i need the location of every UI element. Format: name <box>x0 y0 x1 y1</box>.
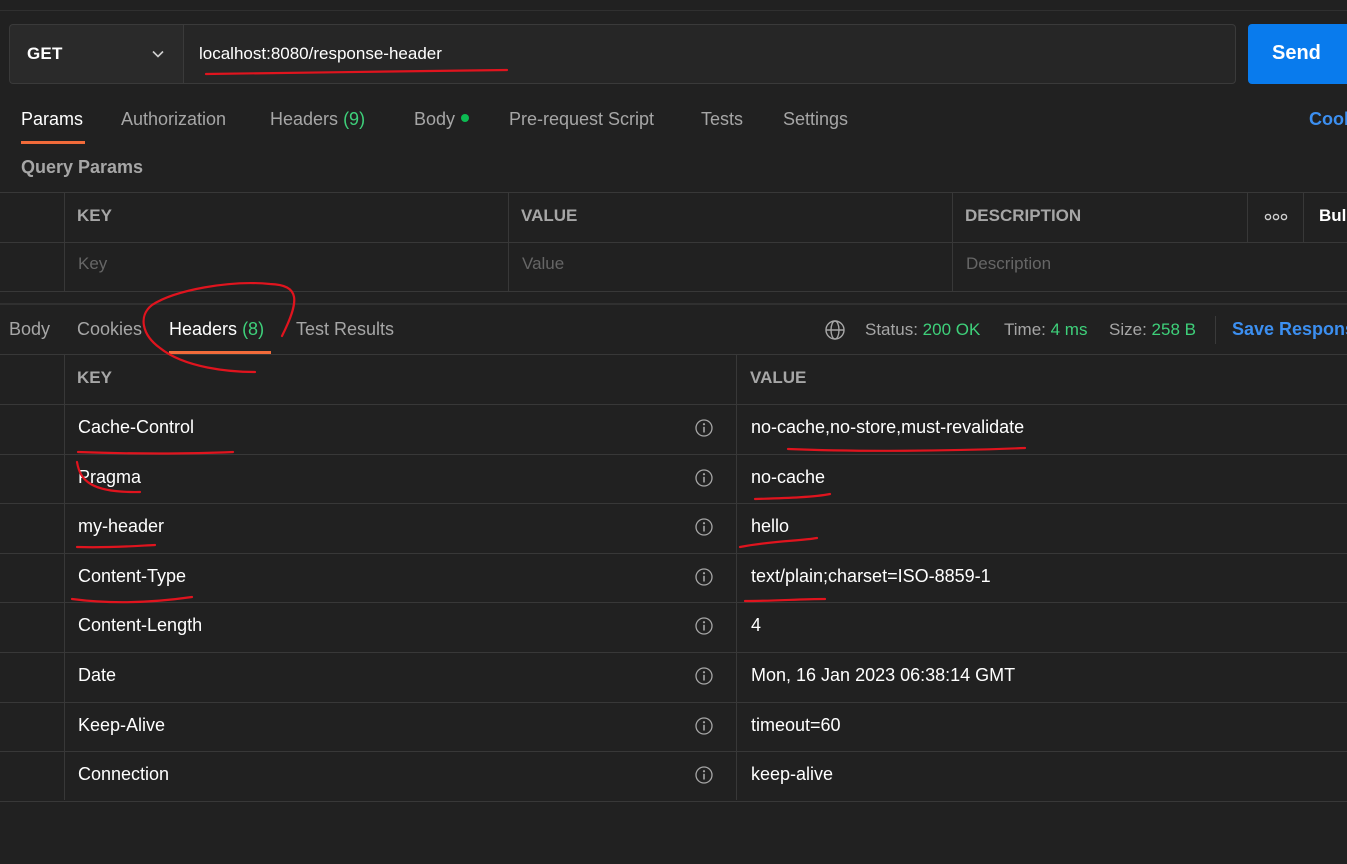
headers-table-top-border <box>0 354 1347 355</box>
header-value: Mon, 16 Jan 2023 06:38:14 GMT <box>751 665 1016 685</box>
tab-headers-count: (9) <box>343 109 366 129</box>
params-col-divider <box>1303 192 1304 242</box>
params-col-divider <box>1247 192 1248 242</box>
response-tab-headers-label: Headers <box>169 319 238 339</box>
tab-headers[interactable]: Headers (9) <box>270 109 365 130</box>
info-icon[interactable] <box>694 468 714 488</box>
row-divider <box>0 552 1347 554</box>
tab-tests[interactable]: Tests <box>701 109 743 130</box>
param-value-input[interactable]: Value <box>522 254 564 274</box>
pane-divider <box>0 303 1347 305</box>
size-value: 258 B <box>1151 320 1196 339</box>
tab-params-underline <box>21 141 85 144</box>
row-divider <box>0 602 1347 604</box>
header-value: keep-alive <box>751 764 834 785</box>
tab-prerequest-script[interactable]: Pre-request Script <box>509 109 654 130</box>
params-table-bottom-border <box>0 291 1347 292</box>
header-value: timeout=60 <box>751 714 841 735</box>
param-description-input[interactable]: Description <box>966 254 1051 274</box>
params-col-key: KEY <box>77 206 112 225</box>
header-key: Date <box>78 665 117 685</box>
response-tab-cookies[interactable]: Cookies <box>77 319 142 340</box>
header-value: no-cache <box>751 466 826 487</box>
row-divider <box>0 453 1347 455</box>
header-key: Content-Length <box>78 615 203 636</box>
method-select[interactable]: GET <box>9 24 183 84</box>
params-col-divider <box>508 192 509 292</box>
header-key: Keep-Alive <box>78 714 166 735</box>
header-value: text/plain;charset=ISO-8859-1 <box>751 565 991 586</box>
chevron-down-icon <box>152 50 164 58</box>
time-value: 4 ms <box>1050 320 1088 339</box>
headers-col-divider <box>64 354 65 800</box>
header-key: Content-Type <box>78 565 187 586</box>
size-label: Size: <box>1109 320 1147 339</box>
bulk-edit-button[interactable]: Bulk Edit <box>1319 206 1347 226</box>
status-label: Status: <box>865 320 918 339</box>
info-icon[interactable] <box>694 517 714 537</box>
params-table-top-border <box>0 192 1347 193</box>
save-response-button[interactable]: Save Response <box>1232 319 1347 340</box>
response-tab-body[interactable]: Body <box>9 319 50 340</box>
params-col-divider <box>64 192 65 292</box>
headers-col-value: VALUE <box>750 368 807 387</box>
headers-col-divider <box>736 354 737 800</box>
response-time: Time: 4 ms <box>1004 320 1087 340</box>
time-label: Time: <box>1004 320 1046 339</box>
top-divider <box>0 10 1347 11</box>
send-label: Send <box>1272 42 1321 64</box>
query-params-title: Query Params <box>21 157 144 177</box>
row-divider <box>0 701 1347 703</box>
tab-body-label: Body <box>414 109 456 129</box>
info-icon[interactable] <box>694 666 714 686</box>
header-key: Connection <box>78 764 170 785</box>
header-value: 4 <box>751 615 762 636</box>
info-icon[interactable] <box>694 765 714 785</box>
url-text: localhost:8080/response-header <box>199 44 442 63</box>
meta-separator <box>1215 316 1216 344</box>
info-icon[interactable] <box>694 418 714 438</box>
tab-body[interactable]: Body <box>414 109 470 130</box>
row-divider <box>0 652 1347 653</box>
response-tab-test-results[interactable]: Test Results <box>296 319 394 340</box>
tab-authorization[interactable]: Authorization <box>121 109 226 130</box>
send-button[interactable]: Send <box>1248 24 1347 84</box>
tab-settings[interactable]: Settings <box>783 109 848 130</box>
body-indicator-dot <box>461 114 470 123</box>
row-divider <box>0 800 1347 802</box>
url-input[interactable]: localhost:8080/response-header <box>183 24 1236 84</box>
params-col-description: DESCRIPTION <box>965 206 1082 225</box>
header-key: my-header <box>78 516 165 537</box>
info-icon[interactable] <box>694 567 714 587</box>
method-label: GET <box>27 44 63 63</box>
globe-icon[interactable] <box>824 319 846 341</box>
cookies-link[interactable]: Cookies <box>1309 109 1347 130</box>
header-key: Pragma <box>78 466 142 487</box>
param-key-input[interactable]: Key <box>78 254 107 274</box>
params-table-header-border <box>0 242 1347 243</box>
row-divider <box>0 751 1347 753</box>
info-icon[interactable] <box>694 716 714 736</box>
headers-table-header-border <box>0 404 1347 405</box>
more-icon[interactable] <box>1264 212 1288 222</box>
status-value: 200 OK <box>922 320 981 339</box>
info-icon[interactable] <box>694 616 714 636</box>
response-size: Size: 258 B <box>1109 320 1196 340</box>
params-col-divider <box>952 192 953 292</box>
tab-headers-label: Headers <box>270 109 339 129</box>
response-tab-headers-count: (8) <box>242 319 265 339</box>
response-tab-headers[interactable]: Headers (8) <box>169 319 264 340</box>
headers-col-key: KEY <box>77 368 112 387</box>
response-status: Status: 200 OK <box>865 320 980 340</box>
header-value: hello <box>751 516 790 537</box>
row-divider <box>0 503 1347 505</box>
header-value: no-cache,no-store,must-revalidate <box>751 417 1025 437</box>
header-key: Cache-Control <box>78 417 195 437</box>
tab-params[interactable]: Params <box>21 109 83 130</box>
params-col-value: VALUE <box>521 206 578 225</box>
